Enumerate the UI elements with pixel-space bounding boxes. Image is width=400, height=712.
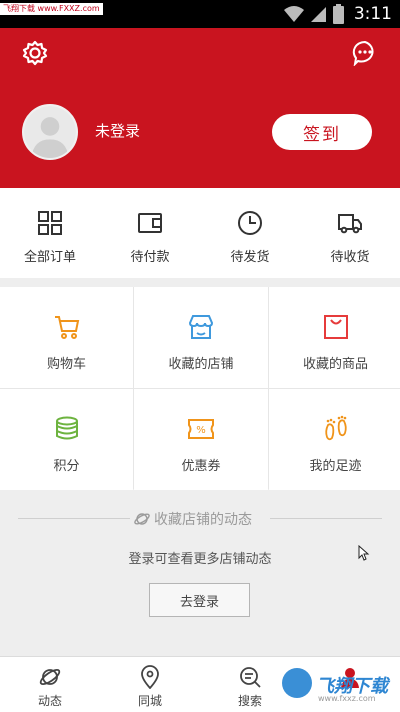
planet-icon [134,513,150,525]
store-dynamics-header: 收藏店铺的动态 [134,509,252,529]
truck-icon [338,214,362,234]
cart-label: 购物车 [46,357,86,372]
order-item-label: 待付款 [130,250,170,265]
watermark-url: www.fxxz.com [318,694,376,703]
go-login-button[interactable]: 去登录 [149,583,250,617]
order-pending-shipment-item[interactable]: 待发货 [200,188,300,278]
status-bar: 飞翔下载 www.FXXZ.com 3:11 [0,0,400,28]
clock-icon [238,211,262,235]
points-label: 积分 [53,459,80,474]
settings-gear-icon[interactable] [22,40,48,66]
watermark-logo: 飞翔下载 www.fxxz.com [282,664,394,708]
order-item-label: 全部订单 [23,250,76,265]
wallet-icon [138,213,162,233]
order-pending-payment-item[interactable]: 待付款 [100,188,200,278]
footprint-icon [324,415,347,441]
footprint-cell[interactable]: 我的足迹 [269,389,400,490]
nav-dynamics-label: 动态 [37,694,62,708]
watermark-badge-icon [282,668,312,698]
battery-icon [332,4,344,24]
orders-row: 全部订单 待付款 待发货 待收货 [0,188,400,278]
cart-icon [54,316,79,339]
svg-text:%: % [196,425,206,436]
watermark-tag: 飞翔下载 www.FXXZ.com [0,3,103,15]
favorite-stores-cell[interactable]: 收藏的店铺 [134,287,268,388]
favorite-goods-label: 收藏的商品 [302,357,368,372]
wifi-icon [283,6,304,22]
nav-local-label: 同城 [137,694,162,708]
store-dynamics-description: 登录可查看更多店铺动态 [128,552,272,567]
store-dynamics-title: 收藏店铺的动态 [154,512,252,528]
search-icon [240,667,261,688]
points-cell[interactable]: 积分 [0,389,133,490]
divider-left [18,518,130,519]
coupon-icon: % [188,419,214,439]
bag-icon [323,315,348,339]
planet-icon [39,668,61,686]
default-avatar-icon [24,106,76,158]
order-pending-receipt-item[interactable]: 待收货 [300,188,400,278]
store-icon [188,315,214,339]
grid-icon [38,211,62,235]
mouse-cursor-icon [358,545,370,561]
service-grid: 购物车 收藏的店铺 收藏的商品 积分 % 优惠券 我的足迹 [0,287,400,490]
favorite-goods-cell[interactable]: 收藏的商品 [269,287,400,388]
order-item-label: 待收货 [330,250,370,265]
nav-search-label: 搜索 [237,694,262,708]
coins-icon [55,416,78,440]
status-time: 3:11 [353,4,392,24]
signal-icon [310,7,326,22]
order-item-label: 待发货 [230,250,270,265]
checkin-button[interactable]: 签到 [272,114,372,150]
profile-header: 未登录 签到 [0,28,400,188]
favorite-stores-label: 收藏的店铺 [168,357,234,372]
avatar[interactable] [22,104,78,160]
nav-local[interactable]: 同城 [100,657,200,712]
location-pin-icon [141,665,159,689]
login-status-text[interactable]: 未登录 [95,120,140,141]
nav-dynamics[interactable]: 动态 [0,657,100,712]
divider-right [270,518,382,519]
coupons-cell[interactable]: % 优惠券 [134,389,268,490]
footprint-label: 我的足迹 [309,459,362,474]
message-bubble-icon[interactable] [352,40,378,66]
cart-cell[interactable]: 购物车 [0,287,133,388]
coupons-label: 优惠券 [181,459,221,474]
order-all-item[interactable]: 全部订单 [0,188,100,278]
